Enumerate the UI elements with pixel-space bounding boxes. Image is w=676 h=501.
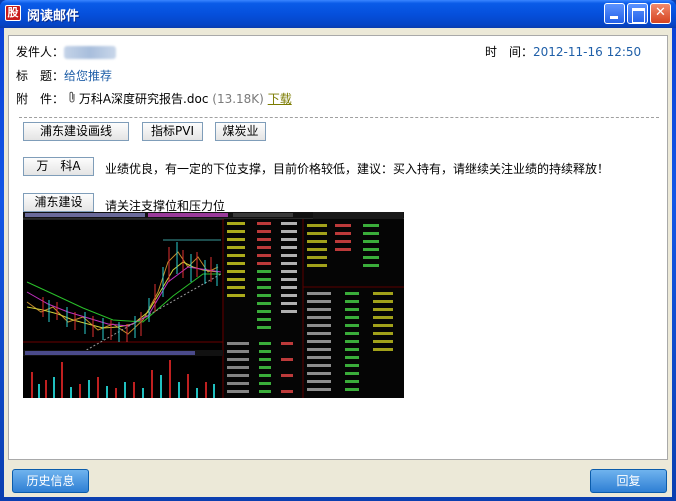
sender-row: 发件人： bbox=[16, 43, 117, 60]
stock-chart-image bbox=[23, 212, 404, 398]
sender-label: 发件人： bbox=[16, 45, 65, 59]
header-divider bbox=[19, 117, 659, 118]
vanke-stock-button[interactable]: 万 科A bbox=[23, 157, 94, 176]
client-area: 发件人： 时 间：2012-11-16 12:50 标 题：给您推荐 附 件： … bbox=[4, 28, 672, 497]
sender-value-blurred bbox=[64, 46, 117, 59]
history-button[interactable]: 历史信息 bbox=[12, 469, 89, 493]
pvi-indicator-button[interactable]: 指标PVI bbox=[142, 122, 203, 141]
title-bar[interactable]: 股 阅读邮件 ✕ bbox=[0, 0, 676, 28]
maximize-button[interactable] bbox=[627, 3, 648, 24]
subject-row: 标 题：给您推荐 bbox=[16, 67, 112, 84]
attachment-size: (13.18K) bbox=[212, 92, 264, 106]
subject-value: 给您推荐 bbox=[64, 69, 113, 83]
reply-button[interactable]: 回复 bbox=[590, 469, 667, 493]
time-row: 时 间：2012-11-16 12:50 bbox=[485, 43, 641, 60]
minimize-button[interactable] bbox=[604, 3, 625, 24]
pudong-drawline-button[interactable]: 浦东建设画线 bbox=[23, 122, 129, 141]
download-link[interactable]: 下载 bbox=[268, 92, 292, 106]
time-value: 2012-11-16 12:50 bbox=[533, 45, 642, 59]
coal-industry-button[interactable]: 煤炭业 bbox=[215, 122, 266, 141]
attachment-label: 附 件： bbox=[16, 92, 65, 106]
attachment-row: 附 件： 万科A深度研究报告.doc (13.18K) 下载 bbox=[16, 90, 292, 107]
attachment-name[interactable]: 万科A深度研究报告.doc bbox=[79, 92, 209, 106]
close-button[interactable]: ✕ bbox=[650, 3, 671, 24]
vanke-recommendation-text: 业绩优良，有一定的下位支撑，目前价格较低，建议：买入持有，请继续关注业绩的持续释… bbox=[105, 162, 610, 176]
pudong-stock-button[interactable]: 浦东建设 bbox=[23, 193, 94, 212]
stock-app-icon: 股 bbox=[5, 5, 21, 21]
mail-window: 股 阅读邮件 ✕ 发件人： 时 间：2012-11-16 12:50 标 题：给… bbox=[0, 0, 676, 501]
time-label: 时 间： bbox=[485, 45, 534, 59]
paperclip-icon bbox=[68, 91, 77, 107]
window-title: 阅读邮件 bbox=[27, 9, 80, 24]
subject-label: 标 题： bbox=[16, 69, 65, 83]
mail-content-panel: 发件人： 时 间：2012-11-16 12:50 标 题：给您推荐 附 件： … bbox=[8, 35, 668, 460]
